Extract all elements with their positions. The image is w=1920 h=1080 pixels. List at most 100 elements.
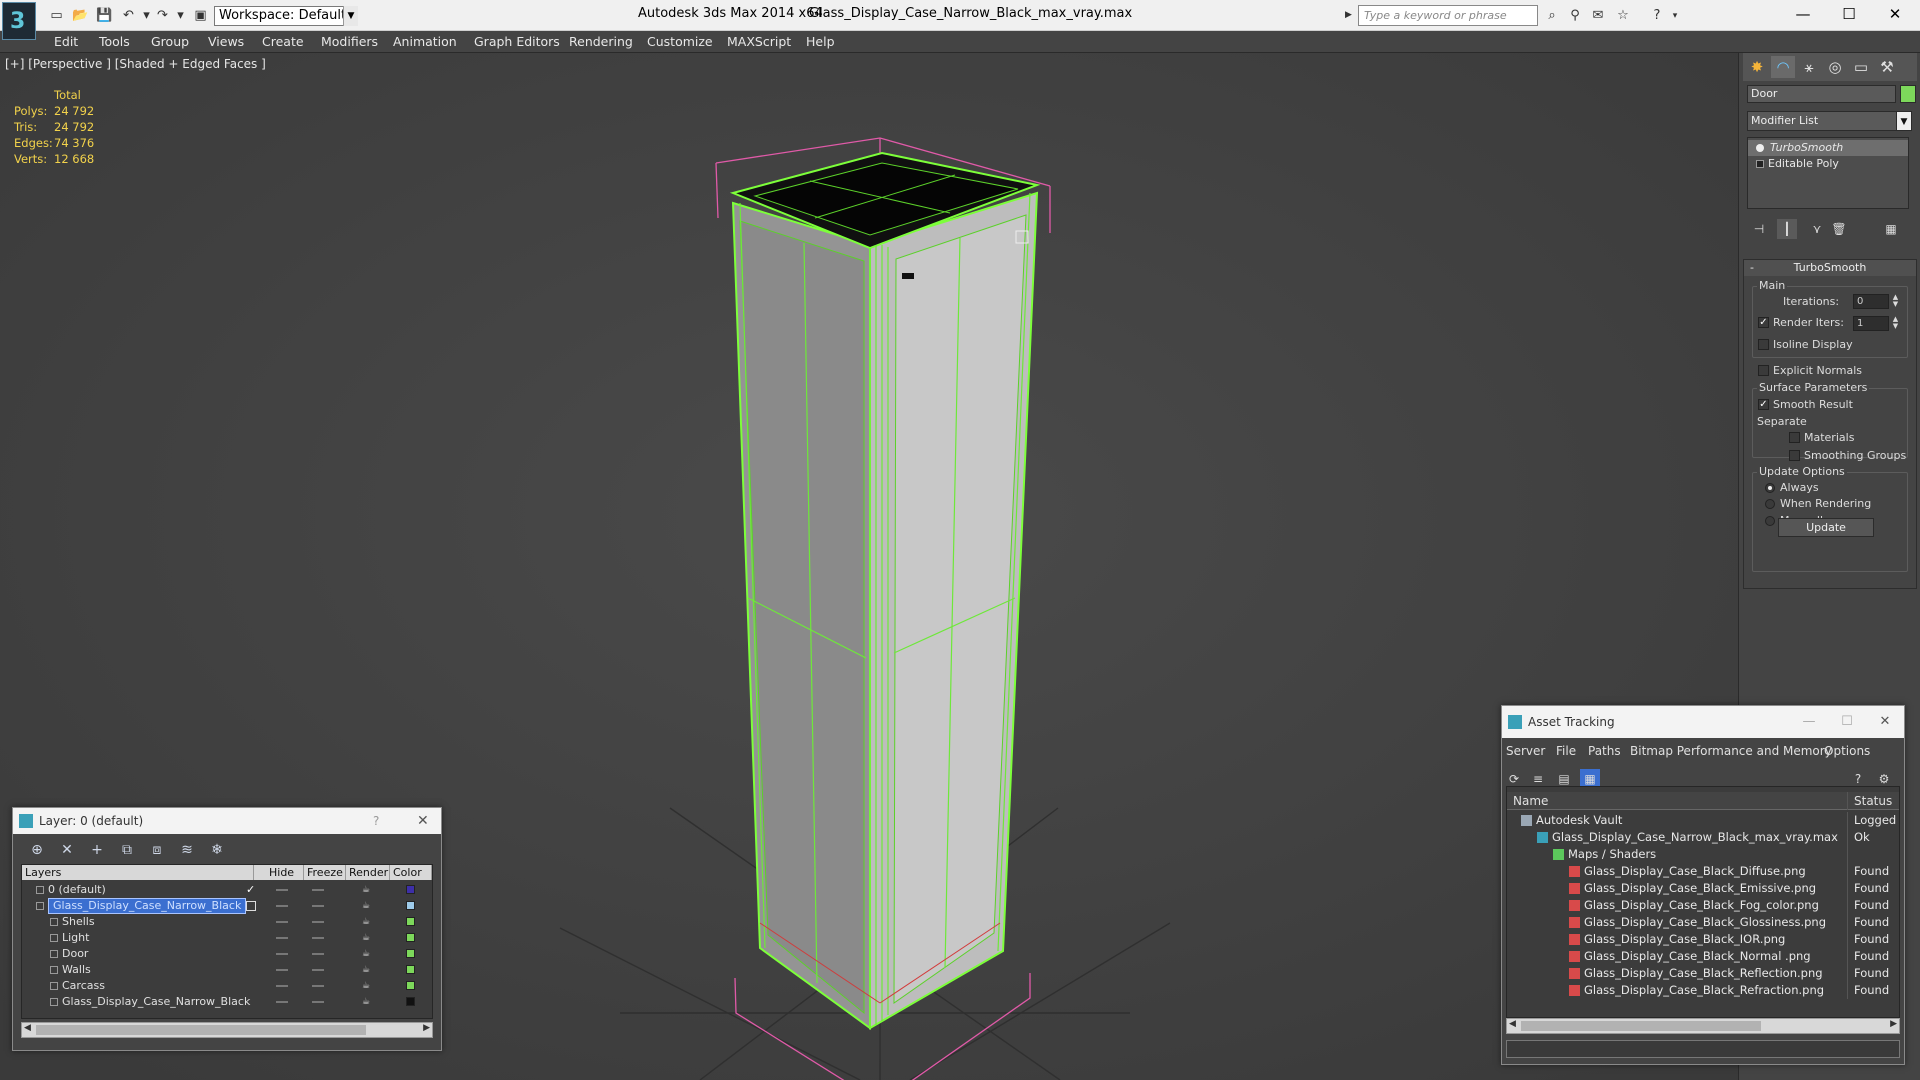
- render-teapot-icon[interactable]: ☕: [360, 933, 372, 943]
- asset-menu-paths[interactable]: Paths: [1588, 744, 1621, 758]
- freeze-toggle[interactable]: [312, 969, 324, 971]
- highlight-layer-icon[interactable]: ⧈: [147, 840, 167, 860]
- asset-row[interactable]: Glass_Display_Case_Black_IOR.png Found: [1507, 931, 1899, 948]
- layer-row[interactable]: Door ☕: [22, 946, 432, 962]
- menu-tools[interactable]: Tools: [99, 34, 130, 49]
- freeze-toggle[interactable]: [312, 921, 324, 923]
- asset-menu-file[interactable]: File: [1556, 744, 1576, 758]
- col-status[interactable]: Status: [1847, 792, 1892, 810]
- scroll-right-icon[interactable]: ▶: [1890, 1019, 1897, 1029]
- communication-center-icon[interactable]: ✉: [1589, 7, 1607, 25]
- undo-icon[interactable]: ↶: [120, 7, 137, 24]
- layer-row[interactable]: Carcass ☕: [22, 978, 432, 994]
- asset-maximize-button[interactable]: ☐: [1828, 706, 1866, 738]
- hide-toggle[interactable]: [276, 969, 288, 971]
- render-teapot-icon[interactable]: ☕: [360, 917, 372, 927]
- isoline-display-checkbox[interactable]: [1758, 339, 1769, 350]
- asset-row[interactable]: Glass_Display_Case_Black_Glossiness.png F…: [1507, 914, 1899, 931]
- col-name[interactable]: Name: [1507, 792, 1548, 810]
- layer-color-swatch[interactable]: [406, 949, 415, 958]
- materials-checkbox[interactable]: [1789, 432, 1800, 443]
- smoothing-groups-checkbox[interactable]: [1789, 450, 1800, 461]
- create-layer-icon[interactable]: ⊕: [27, 840, 47, 860]
- render-iters-checkbox[interactable]: ✓: [1758, 317, 1769, 328]
- viewport-label[interactable]: [+] [Perspective ] [Shaded + Edged Faces…: [5, 57, 266, 71]
- render-teapot-icon[interactable]: ☕: [360, 981, 372, 991]
- layer-row[interactable]: Walls ☕: [22, 962, 432, 978]
- menu-edit[interactable]: Edit: [54, 34, 78, 49]
- hide-toggle[interactable]: [276, 1001, 288, 1003]
- asset-row[interactable]: Glass_Display_Case_Black_Refraction.png F…: [1507, 982, 1899, 999]
- freeze-toggle[interactable]: [312, 985, 324, 987]
- manually-radio[interactable]: [1765, 516, 1775, 526]
- create-tab-icon[interactable]: ✸: [1745, 56, 1769, 78]
- workspace-select[interactable]: Workspace: Default: [214, 6, 358, 26]
- expand-plus-icon[interactable]: [1756, 160, 1764, 168]
- freeze-toggle[interactable]: [312, 905, 324, 907]
- asset-menu-server[interactable]: Server: [1506, 744, 1545, 758]
- modifier-list-arrow-icon[interactable]: ▼: [1896, 111, 1912, 131]
- render-teapot-icon[interactable]: ☕: [360, 901, 372, 911]
- freeze-toggle[interactable]: [312, 1001, 324, 1003]
- binoculars-icon[interactable]: ⌕: [1543, 7, 1561, 25]
- maximize-button[interactable]: ☐: [1826, 0, 1872, 28]
- layer-color-swatch[interactable]: [406, 917, 415, 926]
- layer-color-swatch[interactable]: [406, 981, 415, 990]
- layer-horizontal-scrollbar[interactable]: ◀ ▶: [21, 1022, 433, 1038]
- layer-name[interactable]: Glass_Display_Case_Narrow_Black: [48, 898, 247, 914]
- asset-row[interactable]: Autodesk Vault Logged O: [1507, 812, 1899, 829]
- render-iters-spinner-arrows-icon[interactable]: ▲ ▼: [1891, 316, 1900, 331]
- menu-help[interactable]: Help: [806, 34, 835, 49]
- menu-animation[interactable]: Animation: [393, 34, 457, 49]
- layer-name[interactable]: Glass_Display_Case_Narrow_Black: [62, 994, 250, 1010]
- redo-icon[interactable]: ↷: [154, 7, 171, 24]
- motion-tab-icon[interactable]: ◎: [1823, 56, 1847, 78]
- layer-name[interactable]: 0 (default): [48, 882, 106, 898]
- asset-menu-bitmap-performance[interactable]: Bitmap Performance and Memory: [1630, 744, 1832, 758]
- asset-row[interactable]: Maps / Shaders: [1507, 846, 1899, 863]
- utilities-tab-icon[interactable]: ⚒: [1875, 56, 1899, 78]
- pin-stack-icon[interactable]: ⊣: [1749, 219, 1769, 239]
- menu-views[interactable]: Views: [208, 34, 244, 49]
- subscription-icon[interactable]: ⚲: [1566, 7, 1584, 25]
- always-radio[interactable]: [1765, 483, 1775, 493]
- help-icon[interactable]: ?: [1648, 7, 1666, 25]
- make-current-box-icon[interactable]: [246, 901, 256, 911]
- asset-path-field[interactable]: [1506, 1040, 1900, 1058]
- asset-menu-options[interactable]: Options: [1824, 744, 1870, 758]
- menu-graph-editors[interactable]: Graph Editors: [474, 34, 560, 49]
- asset-horizontal-scrollbar[interactable]: ◀ ▶: [1506, 1018, 1900, 1034]
- modify-tab-icon[interactable]: ◠: [1771, 56, 1795, 78]
- layer-row[interactable]: 0 (default) ✓ ☕: [22, 882, 432, 898]
- layer-window-title[interactable]: Layer: 0 (default) ? ✕: [13, 808, 441, 834]
- layer-row[interactable]: Glass_Display_Case_Narrow_Black ☕: [22, 994, 432, 1010]
- hide-toggle[interactable]: [276, 953, 288, 955]
- layer-color-swatch[interactable]: [406, 885, 415, 894]
- stack-item-turbosmooth[interactable]: TurboSmooth: [1748, 140, 1908, 156]
- layer-help-button[interactable]: ?: [373, 808, 379, 834]
- freeze-all-layers-icon[interactable]: ❄: [207, 840, 227, 860]
- layer-row[interactable]: Light ☕: [22, 930, 432, 946]
- when-rendering-radio[interactable]: [1765, 499, 1775, 509]
- explicit-normals-checkbox[interactable]: [1758, 365, 1769, 376]
- asset-row[interactable]: Glass_Display_Case_Black_Diffuse.png Foun…: [1507, 863, 1899, 880]
- layer-color-swatch[interactable]: [406, 965, 415, 974]
- render-teapot-icon[interactable]: ☕: [360, 965, 372, 975]
- layer-name[interactable]: Walls: [62, 962, 91, 978]
- search-input[interactable]: Type a keyword or phrase: [1358, 5, 1538, 26]
- asset-row[interactable]: Glass_Display_Case_Black_Reflection.png F…: [1507, 965, 1899, 982]
- add-to-layer-icon[interactable]: +: [87, 840, 107, 860]
- hide-toggle[interactable]: [276, 985, 288, 987]
- col-freeze[interactable]: Freeze: [304, 865, 346, 880]
- hide-toggle[interactable]: [276, 937, 288, 939]
- menu-customize[interactable]: Customize: [647, 34, 713, 49]
- select-in-layer-icon[interactable]: ⧉: [117, 840, 137, 860]
- help-dropdown-icon[interactable]: ▾: [1666, 7, 1684, 25]
- layer-name[interactable]: Carcass: [62, 978, 105, 994]
- rollout-header[interactable]: - TurboSmooth: [1744, 260, 1916, 276]
- col-hide[interactable]: Hide: [266, 865, 304, 880]
- configure-modifier-sets-icon[interactable]: ▦: [1881, 219, 1901, 239]
- modifier-list-dropdown[interactable]: Modifier List: [1747, 111, 1908, 131]
- save-file-icon[interactable]: 💾: [96, 7, 113, 24]
- make-unique-icon[interactable]: ⋎: [1807, 219, 1827, 239]
